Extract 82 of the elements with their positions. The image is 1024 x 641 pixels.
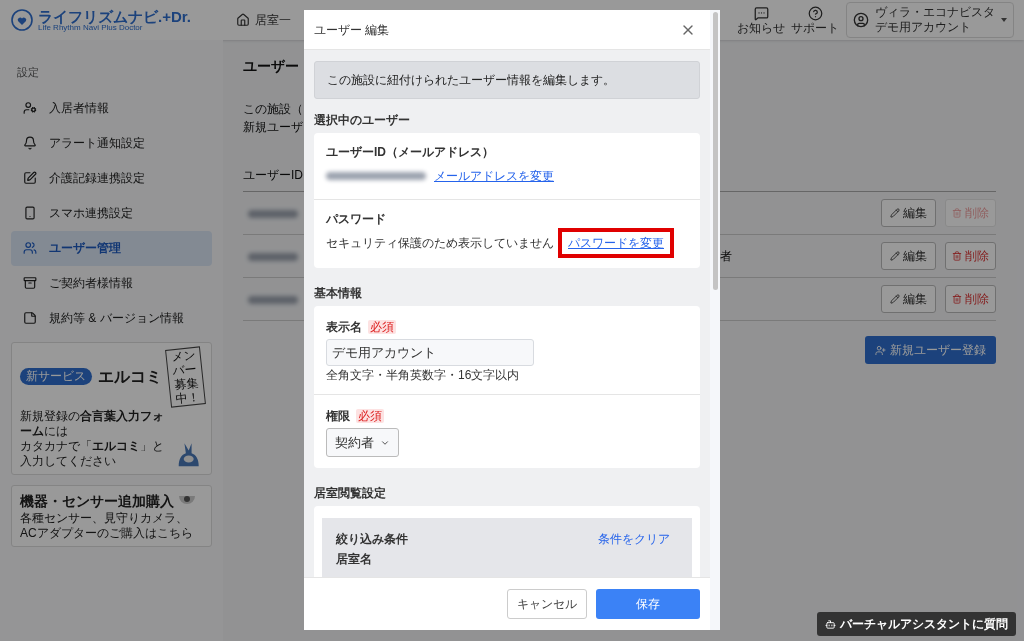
- user-gear-icon: [23, 101, 37, 115]
- dialog-title: ユーザー 編集: [314, 21, 390, 39]
- note-icon: [23, 311, 37, 325]
- smartphone-icon: [23, 206, 37, 220]
- page-title: ユーザー: [243, 57, 299, 76]
- sidebar-section-title: 設定: [16, 65, 40, 80]
- banner-text: 新規登録の合言葉入力フォームには: [20, 408, 165, 439]
- account-menu[interactable]: ヴィラ・エコナビスタ デモ用アカウント: [846, 2, 1014, 38]
- header-icon-button[interactable]: お知らせ: [738, 5, 784, 35]
- sidebar-item[interactable]: ユーザー管理: [11, 230, 212, 266]
- new-user-button[interactable]: 新規ユーザー登録: [865, 336, 996, 364]
- banner-text: 各種センサー、見守りカメラ、ACアダプターのご購入はこちら: [20, 510, 194, 541]
- sidebar-item[interactable]: アラート通知設定: [11, 125, 212, 161]
- role-select[interactable]: 契約者: [326, 428, 399, 457]
- purchase-banner[interactable]: 機器・センサー追加購入 各種センサー、見守りカメラ、ACアダプターのご購入はこちら: [11, 484, 212, 547]
- users-icon: [23, 241, 37, 255]
- password-note: セキュリティ保護のため表示していません: [326, 235, 554, 252]
- banner-text: カタカナで「エルコミ」と入力してください: [20, 438, 165, 469]
- logo-icon: [10, 8, 34, 32]
- account-name: デモ用アカウント: [875, 20, 971, 35]
- clear-filter-link[interactable]: 条件をクリア: [598, 532, 670, 546]
- required-badge: 必須: [356, 409, 384, 423]
- field-label: 権限: [326, 408, 350, 425]
- sidebar-item[interactable]: スマホ連携設定: [11, 195, 212, 231]
- display-name-field[interactable]: デモ用アカウント: [326, 339, 534, 366]
- pencil-icon: [890, 294, 900, 304]
- trash-icon: [952, 208, 962, 218]
- sidebar-item[interactable]: 規約等 & バージョン情報: [11, 300, 212, 336]
- section-heading: 基本情報: [314, 286, 362, 300]
- sidebar-item[interactable]: 介護記録連携設定: [11, 160, 212, 196]
- section-heading: 選択中のユーザー: [314, 113, 410, 127]
- edit-button[interactable]: 編集: [881, 242, 936, 270]
- sign-text: メンバー募集中！: [165, 345, 206, 408]
- user-icon: [853, 12, 869, 28]
- required-badge: 必須: [368, 320, 396, 334]
- change-email-link[interactable]: メールアドレスを変更: [434, 167, 554, 185]
- bell-icon: [23, 136, 37, 150]
- pencil-icon: [890, 208, 900, 218]
- column-header: ユーザーID: [243, 166, 303, 184]
- delete-button[interactable]: 削除: [945, 285, 996, 313]
- field-label: ユーザーID（メールアドレス）: [326, 145, 494, 159]
- user-plus-icon: [875, 344, 886, 356]
- header-icon-button[interactable]: サポート: [792, 5, 838, 35]
- home-icon: [236, 13, 250, 27]
- pencil-icon: [890, 251, 900, 261]
- sidebar-item[interactable]: 入居者情報: [11, 90, 212, 126]
- sidebar-item[interactable]: ご契約者様情報: [11, 265, 212, 301]
- assistant-button[interactable]: バーチャルアシスタントに質問: [817, 612, 1016, 636]
- field-hint: 全角文字・半角英数字・16文字以内: [326, 368, 520, 382]
- blurred-text: [248, 296, 298, 304]
- notice-text: この施設に紐付けられたユーザー情報を編集します。: [327, 72, 615, 89]
- blurred-text: [248, 210, 298, 218]
- logo-text: ライフリズムナビ.+Dr.: [38, 8, 191, 24]
- field-label: 居室名: [336, 552, 372, 566]
- description-text: 新規ユーザ: [243, 119, 303, 136]
- nav-link[interactable]: 居室一: [236, 11, 291, 29]
- save-button[interactable]: 保存: [596, 589, 700, 619]
- archive-icon: [23, 276, 37, 290]
- robot-icon: [825, 618, 836, 630]
- banner-title: エルコミ: [98, 368, 162, 385]
- banner-title: 機器・センサー追加購入: [20, 491, 174, 511]
- delete-button[interactable]: 削除: [945, 242, 996, 270]
- facility-name: ヴィラ・エコナビスタ: [875, 5, 995, 20]
- table-cell-text: 者: [720, 248, 732, 265]
- description-text: この施設（: [243, 101, 303, 118]
- logo-tagline: Life Rhythm Navi Plus Doctor: [38, 23, 144, 32]
- new-service-badge: 新サービス: [20, 368, 92, 385]
- section-heading: 居室閲覧設定: [314, 486, 386, 500]
- help-icon: [807, 5, 823, 21]
- cancel-button[interactable]: キャンセル: [507, 589, 587, 619]
- edit-button[interactable]: 編集: [881, 199, 936, 227]
- caret-icon: [1001, 18, 1007, 22]
- field-label: パスワード: [326, 212, 386, 226]
- pen-square-icon: [23, 171, 37, 185]
- edit-button[interactable]: 編集: [881, 285, 936, 313]
- trash-icon: [952, 251, 962, 261]
- filter-title: 絞り込み条件: [336, 532, 408, 546]
- blurred-text: [248, 253, 298, 261]
- change-password-link[interactable]: パスワードを変更: [558, 228, 674, 258]
- trash-icon: [952, 294, 962, 304]
- field-label: 表示名: [326, 319, 362, 336]
- chat-icon: [753, 5, 769, 21]
